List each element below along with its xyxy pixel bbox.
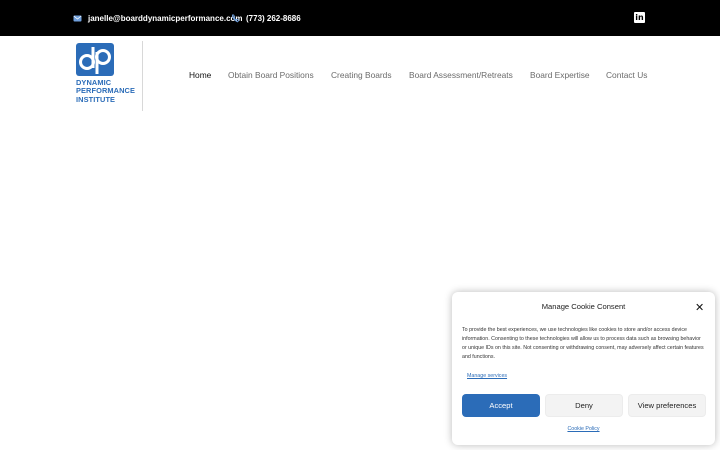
accept-button[interactable]: Accept [462, 394, 540, 417]
logo-line-3: INSTITUTE [76, 94, 116, 104]
phone-text: (773) 262-8686 [246, 13, 301, 23]
email-text: janelle@boarddynamicperformance.com [88, 13, 243, 23]
nav-item-board-expertise[interactable]: Board Expertise [530, 70, 590, 80]
cookie-consent-dialog: Manage Cookie Consent ✕ To provide the b… [452, 292, 715, 445]
phone-link[interactable]: (773) 262-8686 [231, 0, 301, 36]
logo-wordmark: DYNAMIC PERFORMANCE INSTITUTE [76, 78, 142, 104]
manage-services-link[interactable]: Manage services [467, 373, 507, 379]
top-contact-bar: janelle@boarddynamicperformance.com (773… [0, 0, 720, 36]
close-icon[interactable]: ✕ [695, 302, 704, 313]
deny-button[interactable]: Deny [545, 394, 623, 417]
nav-item-contact-us[interactable]: Contact Us [606, 70, 647, 80]
nav-item-obtain-board-positions[interactable]: Obtain Board Positions [228, 70, 314, 80]
envelope-icon [73, 15, 82, 21]
cookie-description: To provide the best experiences, we use … [462, 327, 704, 360]
nav-item-creating-boards[interactable]: Creating Boards [331, 70, 392, 80]
cookie-title: Manage Cookie Consent [541, 302, 626, 311]
email-link[interactable]: janelle@boarddynamicperformance.com [73, 0, 243, 36]
main-nav: Home Obtain Board Positions Creating Boa… [0, 70, 720, 82]
cookie-policy-link[interactable]: Cookie Policy [452, 426, 715, 432]
linkedin-icon[interactable]: in [634, 12, 645, 23]
phone-icon [231, 14, 240, 22]
nav-item-board-assessment-retreats[interactable]: Board Assessment/Retreats [409, 70, 513, 80]
view-preferences-button[interactable]: View preferences [628, 394, 706, 417]
nav-item-home[interactable]: Home [189, 70, 211, 80]
site-header: DYNAMIC PERFORMANCE INSTITUTE Home Obtai… [0, 36, 720, 116]
